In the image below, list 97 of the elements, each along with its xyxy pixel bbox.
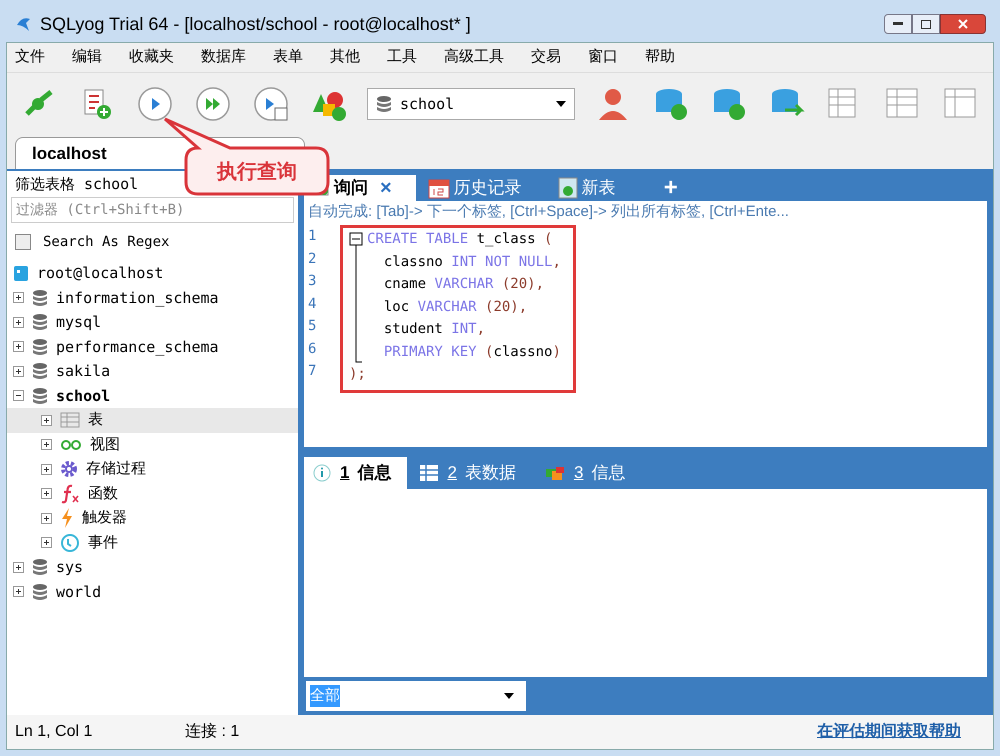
glasses-icon	[60, 438, 82, 451]
code-line: student INT,	[382, 320, 486, 339]
expand-icon[interactable]	[41, 439, 52, 450]
add-tab-button[interactable]: +	[644, 175, 698, 201]
tree-item[interactable]: world	[7, 580, 298, 604]
caret-icon	[504, 693, 514, 699]
database-icon	[32, 558, 48, 576]
result-tab[interactable]: 1 信息	[304, 457, 408, 489]
tree-item[interactable]: 存储过程	[7, 457, 298, 482]
info-icon	[312, 463, 332, 483]
help-link[interactable]: 在评估期间获取帮助	[817, 720, 961, 744]
menu-item[interactable]: 数据库	[201, 46, 246, 69]
tree-item[interactable]: information_schema	[7, 286, 298, 310]
menu-item[interactable]: 其他	[330, 46, 360, 69]
expand-icon[interactable]	[41, 512, 52, 524]
blocks-icon	[544, 465, 566, 481]
expand-icon[interactable]	[13, 586, 24, 598]
code-line: classno INT NOT NULL,	[382, 252, 561, 272]
editor-tab[interactable]: 新表	[550, 175, 640, 201]
line-number: 1	[308, 227, 318, 246]
menu-item[interactable]: 帮助	[645, 46, 675, 69]
line-number: 4	[308, 294, 318, 314]
tree-item[interactable]: 视图	[7, 432, 298, 457]
expand-icon[interactable]	[41, 537, 52, 548]
expand-icon[interactable]	[41, 488, 52, 500]
expand-icon[interactable]	[13, 562, 24, 573]
code-line: PRIMARY KEY (classno)	[382, 342, 561, 362]
cursor-position: Ln 1, Col 1	[15, 722, 94, 742]
database-icon	[32, 386, 48, 405]
menu-item[interactable]: 工具	[387, 46, 417, 69]
expand-icon[interactable]	[13, 366, 24, 377]
maximize-icon	[921, 20, 931, 28]
menu-item[interactable]: 交易	[531, 46, 561, 69]
line-number: 7	[308, 362, 318, 381]
menu-item[interactable]: 文件	[15, 46, 45, 69]
tree-item[interactable]: 函数	[7, 482, 298, 506]
menu-item[interactable]: 收藏夹	[129, 46, 174, 69]
regex-checkbox[interactable]	[15, 234, 31, 250]
regex-label: Search As Regex	[43, 232, 170, 252]
database-icon	[376, 95, 392, 113]
close-button[interactable]	[940, 14, 986, 34]
collapse-icon[interactable]	[13, 390, 24, 402]
calendar-icon	[428, 177, 450, 199]
server-icon	[13, 264, 29, 282]
code-line: cname VARCHAR (20),	[382, 275, 546, 294]
menu-item[interactable]: 高级工具	[444, 46, 504, 69]
close-tab-button[interactable]: ×	[380, 173, 392, 203]
menu-item[interactable]: 编辑	[72, 46, 102, 69]
expand-icon[interactable]	[13, 292, 24, 304]
expand-icon[interactable]	[41, 414, 52, 426]
database-icon	[32, 313, 48, 332]
expand-icon[interactable]	[13, 316, 24, 328]
filter-field[interactable]: 过滤器 (Ctrl+Shift+B)	[11, 197, 294, 223]
clock-icon	[60, 532, 80, 553]
autocomplete-hint: 自动完成: [Tab]-> 下一个标签, [Ctrl+Space]-> 列出所有标签, [Ctrl+Ente...	[307, 202, 790, 222]
tree-item[interactable]: sakila	[7, 359, 298, 384]
code-line: CREATE TABLE t_class (	[367, 230, 554, 249]
line-number: 2	[308, 250, 318, 268]
expand-icon[interactable]	[41, 464, 52, 475]
maximize-button[interactable]	[912, 14, 940, 34]
connection-count: 连接 : 1	[185, 722, 240, 742]
database-select[interactable]: school	[367, 88, 575, 120]
result-tab[interactable]: 2 表数据	[411, 457, 532, 489]
tree-item[interactable]: school	[7, 384, 298, 408]
function-icon	[60, 484, 80, 504]
window-title: SQLyog Trial 64 - [localhost/school - root@localhost* ]	[40, 12, 471, 36]
expand-icon[interactable]	[13, 341, 24, 352]
menu-item[interactable]: 表单	[273, 46, 303, 69]
tree-item[interactable]: sys	[7, 555, 298, 580]
editor-tab[interactable]: 历史记录	[420, 175, 546, 201]
code-line: );	[349, 365, 367, 384]
caret-icon	[556, 101, 566, 107]
database-icon	[32, 582, 48, 601]
tree-item[interactable]: root@localhost	[7, 261, 298, 286]
database-icon	[32, 338, 48, 356]
tree-item[interactable]: 触发器	[7, 506, 298, 530]
menu-item[interactable]: 窗口	[588, 46, 618, 69]
lightning-icon	[60, 508, 74, 528]
new-table-icon	[558, 177, 578, 199]
table-grid-icon	[60, 412, 80, 428]
sidebar-title: 筛选表格 school	[14, 174, 140, 195]
gear-icon	[60, 460, 78, 478]
line-number: 6	[308, 340, 318, 358]
database-icon	[32, 362, 48, 380]
line-number: 5	[308, 317, 318, 336]
tree-item[interactable]: 事件	[7, 530, 298, 555]
table-grid-icon	[419, 464, 440, 482]
tree-item[interactable]: 表	[7, 408, 298, 432]
minimize-icon	[893, 22, 903, 26]
database-icon	[32, 288, 48, 307]
result-tab[interactable]: 3 信息	[536, 457, 642, 489]
close-icon	[958, 19, 968, 29]
line-number: 3	[308, 272, 318, 291]
tree-item[interactable]: mysql	[7, 310, 298, 334]
code-line: loc VARCHAR (20),	[382, 298, 528, 316]
tree-item[interactable]: performance_schema	[7, 334, 298, 359]
minimize-button[interactable]	[884, 14, 912, 34]
